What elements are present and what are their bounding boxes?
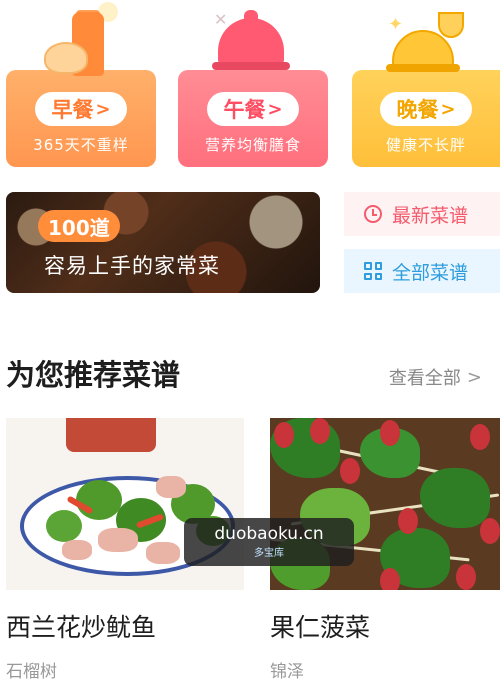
recipe-title[interactable]: 果仁菠菜	[270, 608, 370, 644]
chevron-right-icon: >	[95, 98, 111, 120]
spinach-leaf	[420, 468, 490, 528]
broccoli	[46, 510, 82, 542]
grid-icon	[364, 262, 382, 280]
bowl-illustration	[66, 418, 156, 452]
watermark-text: duobaoku.cn	[214, 524, 324, 544]
bread-illustration	[44, 42, 88, 74]
squid-piece	[156, 476, 186, 498]
dinner-plate-illustration	[386, 64, 460, 72]
star-icon: ✦	[388, 14, 404, 35]
chevron-right-icon: >	[440, 98, 456, 120]
all-recipes-button[interactable]: 全部菜谱	[344, 249, 500, 293]
lunch-card[interactable]: 午餐 > 营养均衡膳食	[178, 70, 328, 167]
peanut	[398, 508, 418, 534]
peanut	[470, 424, 490, 450]
clock-icon	[364, 205, 382, 223]
squid-piece	[146, 542, 180, 564]
recommend-section-title: 为您推荐菜谱	[6, 358, 181, 392]
peanut	[380, 420, 400, 446]
dinner-button[interactable]: 晚餐 >	[380, 92, 472, 126]
banner-title: 容易上手的家常菜	[44, 254, 220, 278]
see-all-label: 查看全部	[388, 368, 461, 389]
lunch-button[interactable]: 午餐 >	[207, 92, 299, 126]
peanut	[274, 422, 294, 448]
lunch-subtitle: 营养均衡膳食	[204, 136, 301, 154]
breakfast-subtitle: 365天不重样	[33, 136, 129, 154]
recipe-author: 锦泽	[270, 662, 304, 682]
all-recipes-label: 全部菜谱	[392, 261, 469, 284]
watermark-subtext: 多宝库	[254, 548, 284, 559]
breakfast-card[interactable]: 早餐 > 365天不重样	[6, 70, 156, 167]
dinner-label: 晚餐	[396, 98, 439, 122]
breakfast-label: 早餐	[51, 98, 94, 122]
cloche-illustration	[218, 18, 284, 64]
peanut	[340, 458, 360, 484]
squid-piece	[98, 528, 138, 552]
recipe-title[interactable]: 西兰花炒鱿鱼	[6, 608, 156, 644]
chevron-right-icon: >	[466, 366, 482, 388]
home-cooking-banner[interactable]: 100道 容易上手的家常菜	[6, 192, 320, 293]
see-all-link[interactable]: 查看全部 >	[389, 364, 482, 390]
latest-recipes-label: 最新菜谱	[392, 204, 469, 227]
lunch-label: 午餐	[223, 98, 266, 122]
wine-glass-illustration	[438, 12, 464, 38]
recipe-author: 石榴树	[6, 662, 57, 682]
latest-recipes-button[interactable]: 最新菜谱	[344, 192, 500, 236]
chevron-right-icon: >	[267, 98, 283, 120]
recipe-count-badge: 100道	[38, 210, 120, 242]
breakfast-button[interactable]: 早餐 >	[35, 92, 127, 126]
broccoli	[76, 480, 122, 520]
watermark: duobaoku.cn 多宝库	[184, 518, 354, 566]
dinner-card[interactable]: 晚餐 > 健康不长胖	[352, 70, 500, 167]
peanut	[456, 564, 476, 590]
peanut	[380, 568, 400, 590]
utensils-icon: ✕	[214, 10, 228, 29]
peanut	[480, 518, 500, 544]
peanut	[310, 418, 330, 444]
plate-illustration	[212, 62, 290, 70]
squid-piece	[62, 540, 92, 560]
dinner-subtitle: 健康不长胖	[385, 136, 466, 154]
